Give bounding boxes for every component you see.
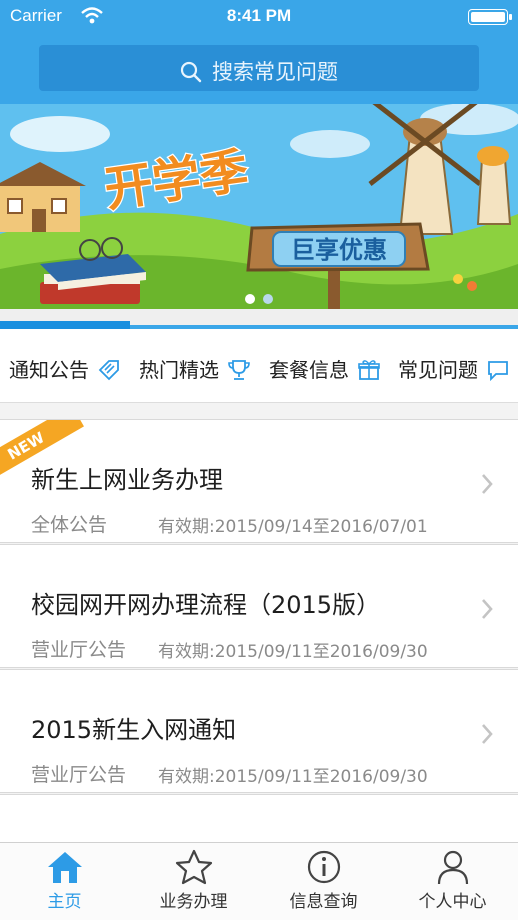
tabbar-label: 业务办理: [159, 892, 228, 912]
tabbar-label: 信息查询: [289, 892, 358, 912]
battery-icon: [468, 9, 512, 25]
trophy-icon: [228, 360, 251, 380]
tabbar-profile[interactable]: 个人中心: [388, 843, 517, 920]
notice-type: 营业厅公告: [31, 639, 127, 661]
tab-label: 常见问题: [398, 358, 478, 382]
person-icon: [437, 850, 468, 885]
status-bar: Carrier 8:41 PM: [0, 0, 518, 34]
search-icon: [180, 61, 202, 83]
banner-sign-text: 巨享优惠: [291, 236, 387, 264]
tab-label: 通知公告: [9, 358, 89, 382]
tab-label: 热门精选: [139, 358, 219, 382]
tab-plans[interactable]: 套餐信息: [269, 354, 381, 384]
tab-hot[interactable]: 热门精选: [139, 354, 251, 384]
tabbar-info[interactable]: 信息查询: [259, 843, 388, 920]
notice-validity: 有效期:2015/09/14至2016/07/01: [158, 517, 428, 537]
banner-pager[interactable]: [0, 289, 518, 308]
notice-title: 校园网开网办理流程（2015版）: [31, 591, 381, 619]
info-icon: [307, 850, 340, 884]
star-icon: [175, 849, 212, 885]
notice-type: 营业厅公告: [31, 764, 127, 786]
chat-icon: [488, 361, 509, 382]
tab-indicator: [0, 321, 130, 329]
tag-icon: [99, 360, 120, 381]
notice-title: 新生上网业务办理: [31, 466, 223, 494]
tab-indicator-track: [0, 321, 518, 329]
notice-type: 全体公告: [31, 514, 108, 536]
chevron-right-icon: [482, 599, 493, 619]
pager-dot[interactable]: [263, 294, 273, 304]
category-tabs: 通知公告 热门精选 套餐信息 常见问题: [0, 309, 518, 403]
tabbar-label: 个人中心: [418, 892, 487, 912]
tabbar-home[interactable]: 主页: [0, 843, 129, 920]
list-item[interactable]: 校园网开网办理流程（2015版） 营业厅公告 有效期:2015/09/11至20…: [0, 544, 518, 668]
list-item[interactable]: NEW 新生上网业务办理 全体公告 有效期:2015/09/14至2016/07…: [0, 419, 518, 543]
pager-dot[interactable]: [245, 294, 255, 304]
chevron-right-icon: [482, 724, 493, 744]
tab-label: 套餐信息: [269, 358, 349, 382]
gift-icon: [358, 360, 381, 380]
search-input[interactable]: 搜索常见问题: [39, 45, 479, 91]
home-icon: [47, 852, 82, 883]
tab-notices[interactable]: 通知公告: [9, 354, 121, 384]
notice-validity: 有效期:2015/09/11至2016/09/30: [158, 642, 428, 662]
bottom-tab-bar: 主页 业务办理 信息查询 个人中心: [0, 842, 518, 920]
tabbar-label: 主页: [47, 892, 82, 912]
tab-faq[interactable]: 常见问题: [398, 354, 510, 384]
search-placeholder: 搜索常见问题: [212, 60, 338, 84]
tabbar-business[interactable]: 业务办理: [129, 843, 258, 920]
promo-banner[interactable]: 开学季 巨享优惠: [0, 104, 518, 309]
status-time: 8:41 PM: [226, 6, 292, 25]
list-item[interactable]: 2015新生入网通知 营业厅公告 有效期:2015/09/11至2016/09/…: [0, 669, 518, 793]
header: Carrier 8:41 PM 搜索常见问题: [0, 0, 518, 104]
chevron-right-icon: [482, 474, 493, 494]
notice-validity: 有效期:2015/09/11至2016/09/30: [158, 767, 428, 787]
notice-title: 2015新生入网通知: [31, 716, 237, 744]
